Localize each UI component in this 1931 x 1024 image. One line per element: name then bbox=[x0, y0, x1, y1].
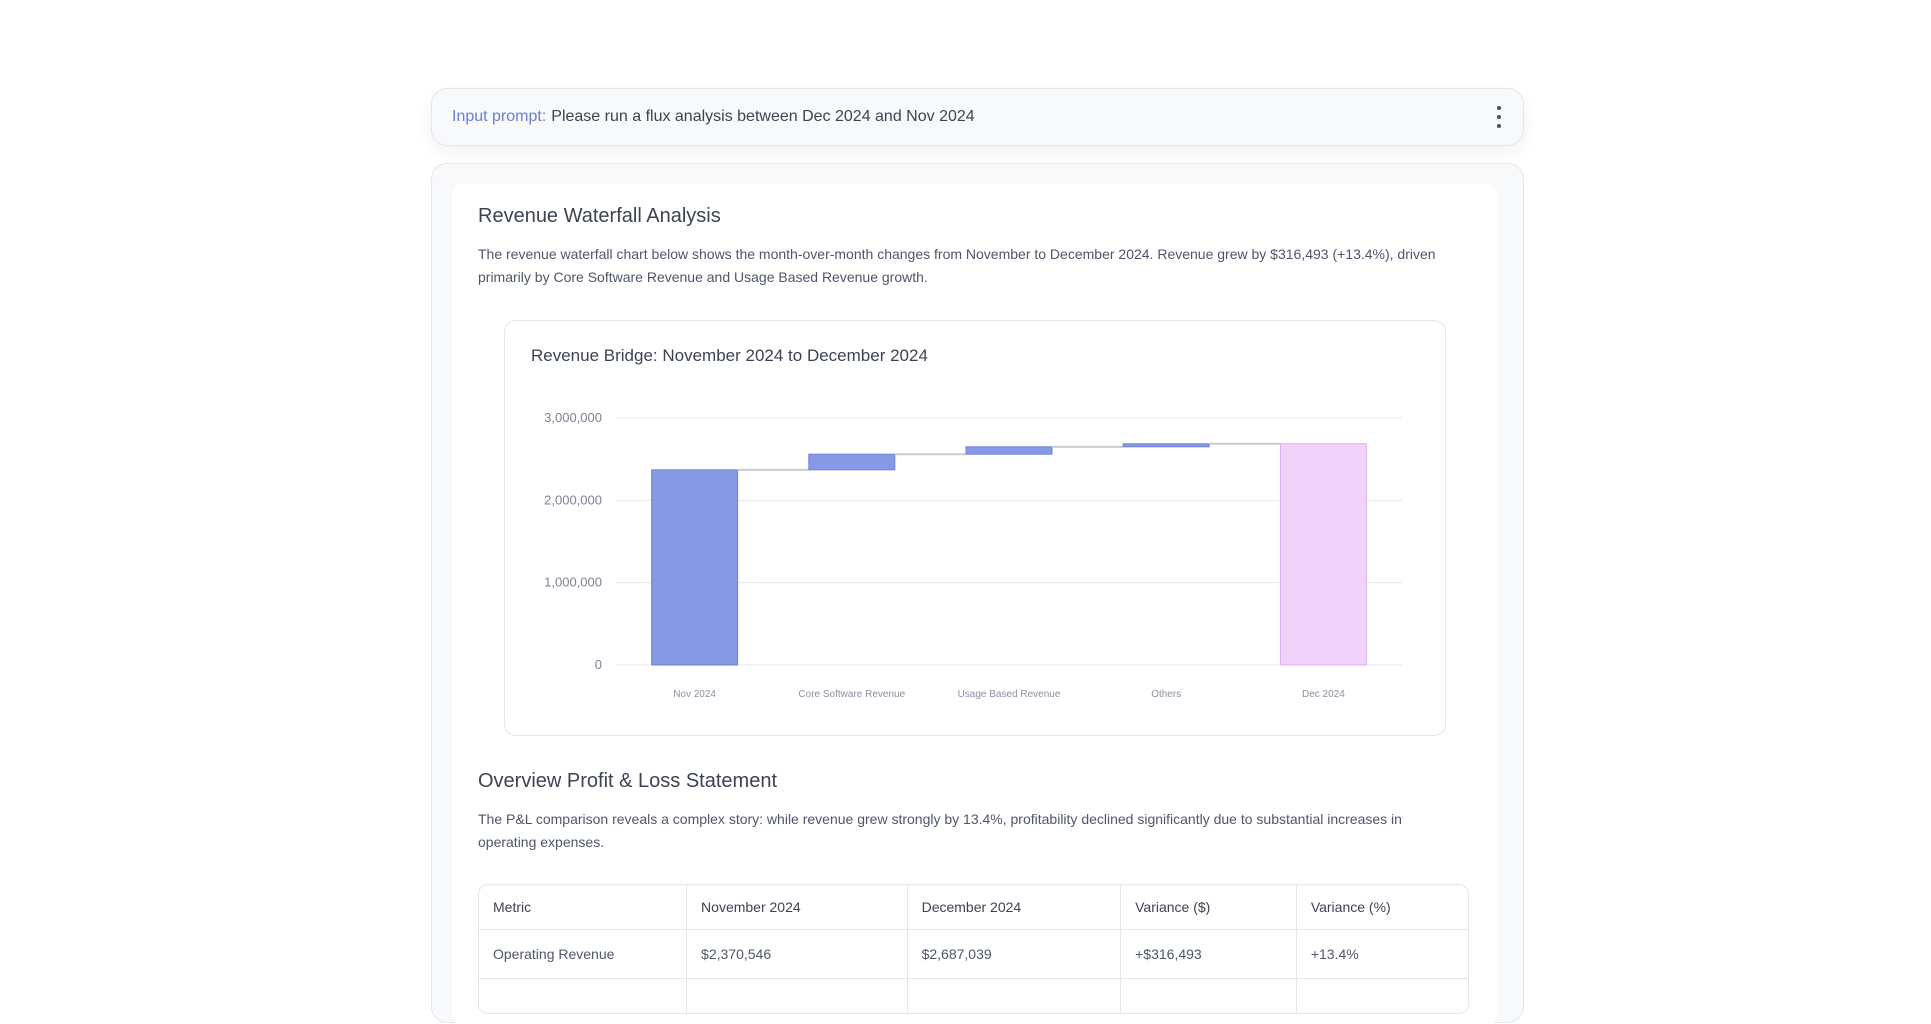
table-cell bbox=[686, 978, 908, 1013]
header-november: November 2024 bbox=[686, 885, 908, 930]
x-category-label: Others bbox=[1151, 689, 1181, 700]
header-variance-dollar: Variance ($) bbox=[1120, 885, 1297, 930]
x-category-label: Nov 2024 bbox=[673, 689, 716, 700]
x-category-label: Core Software Revenue bbox=[798, 689, 905, 700]
waterfall-bar bbox=[651, 469, 739, 666]
table-row bbox=[479, 978, 1468, 1013]
more-options-icon[interactable] bbox=[1493, 106, 1505, 128]
header-metric: Metric bbox=[479, 885, 688, 930]
y-tick-label: 0 bbox=[595, 657, 602, 672]
y-tick-label: 3,000,000 bbox=[544, 410, 602, 425]
header-december: December 2024 bbox=[907, 885, 1122, 930]
pl-section-description: The P&L comparison reveals a complex sto… bbox=[478, 811, 1402, 850]
table-cell: $2,687,039 bbox=[907, 929, 1122, 979]
waterfall-bar bbox=[808, 453, 896, 471]
pl-table: Metric November 2024 December 2024 Varia… bbox=[478, 884, 1469, 1014]
table-cell bbox=[1120, 978, 1297, 1013]
waterfall-bar bbox=[965, 446, 1053, 455]
table-cell: +$316,493 bbox=[1120, 929, 1297, 979]
table-cell: $2,370,546 bbox=[686, 929, 908, 979]
table-row: Operating Revenue $2,370,546 $2,687,039 … bbox=[479, 929, 1468, 979]
x-category-label: Usage Based Revenue bbox=[958, 689, 1061, 700]
prompt-label: Input prompt: bbox=[452, 108, 547, 125]
waterfall-bar bbox=[1279, 443, 1367, 666]
header-variance-percent: Variance (%) bbox=[1296, 885, 1468, 930]
prompt-text: Please run a flux analysis between Dec 2… bbox=[551, 108, 975, 125]
x-category-label: Dec 2024 bbox=[1302, 689, 1345, 700]
waterfall-section-description: The revenue waterfall chart below shows … bbox=[478, 246, 1436, 285]
table-cell bbox=[907, 978, 1122, 1013]
pl-section-title: Overview Profit & Loss Statement bbox=[478, 770, 778, 792]
waterfall-bar bbox=[1122, 443, 1210, 448]
y-tick-label: 2,000,000 bbox=[544, 492, 602, 507]
revenue-waterfall-chart: 0 1,000,000 2,000,000 3,000,000 Nov 2024 Core… bbox=[544, 410, 1402, 700]
waterfall-section-title: Revenue Waterfall Analysis bbox=[478, 205, 721, 227]
table-header-row: Metric November 2024 December 2024 Varia… bbox=[479, 885, 1468, 930]
input-prompt-bar: Input prompt: Please run a flux analysis… bbox=[431, 88, 1524, 146]
y-tick-label: 1,000,000 bbox=[544, 575, 602, 590]
table-cell bbox=[1296, 978, 1468, 1013]
table-cell bbox=[479, 978, 688, 1013]
table-cell: Operating Revenue bbox=[479, 929, 688, 979]
table-cell: +13.4% bbox=[1296, 929, 1468, 979]
